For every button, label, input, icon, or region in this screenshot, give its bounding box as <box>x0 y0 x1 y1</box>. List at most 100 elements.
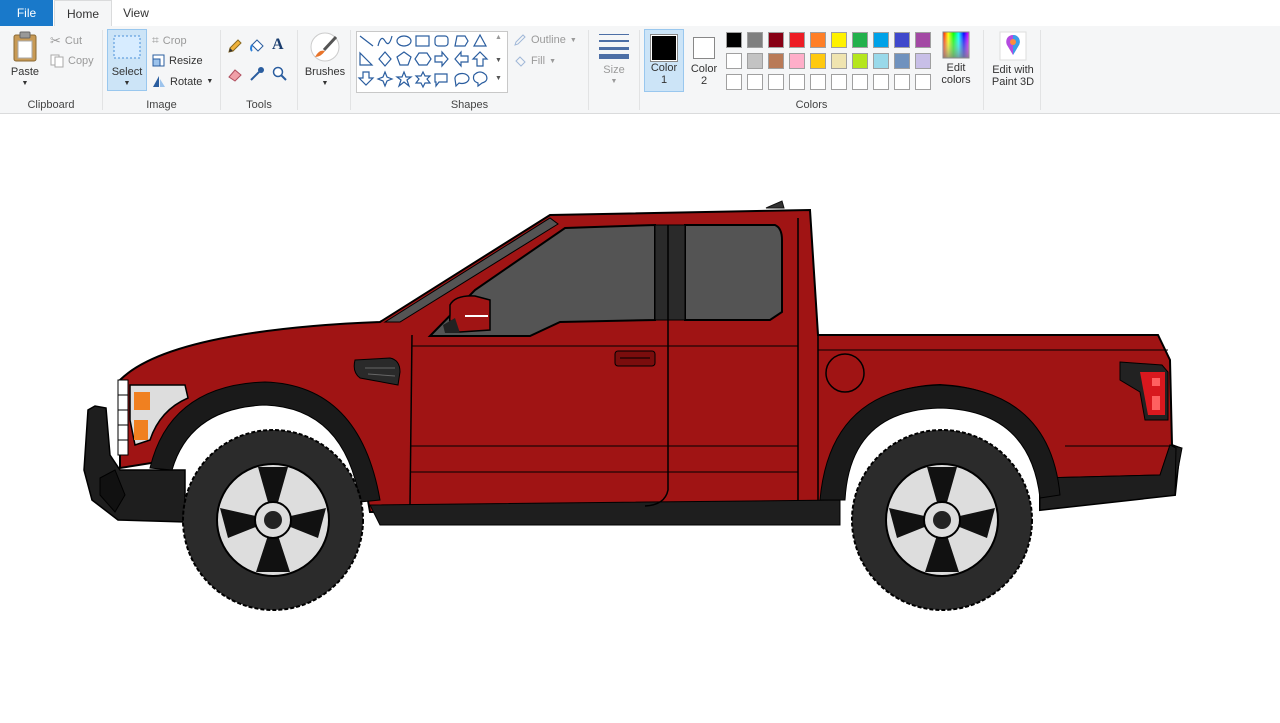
pencil-icon[interactable] <box>227 38 243 54</box>
edit-with-paint3d-button[interactable]: Edit with Paint 3D <box>986 31 1040 88</box>
palette-swatch[interactable] <box>831 74 847 90</box>
palette-swatch[interactable] <box>894 53 910 69</box>
palette-swatch[interactable] <box>747 53 763 69</box>
ribbon-tab-bar: File Home View <box>0 0 1280 27</box>
palette-swatch[interactable] <box>894 74 910 90</box>
shapes-scroll-down[interactable]: ▼ <box>495 57 502 64</box>
right-triangle-shape-icon[interactable] <box>359 51 374 66</box>
fill-dropdown-arrow: ▼ <box>549 57 556 65</box>
fill-bucket-icon[interactable] <box>249 38 265 54</box>
select-dropdown-arrow: ▼ <box>123 80 131 87</box>
palette-swatch[interactable] <box>726 74 742 90</box>
color-spectrum-icon <box>942 31 970 59</box>
cut-button[interactable]: ✂ Cut <box>50 33 82 49</box>
palette-swatch[interactable] <box>768 74 784 90</box>
pentagon-shape-icon[interactable] <box>396 51 412 66</box>
magnifier-icon[interactable] <box>272 66 288 82</box>
resize-button[interactable]: Resize <box>152 54 203 67</box>
palette-swatch[interactable] <box>789 74 805 90</box>
eraser-icon[interactable] <box>227 66 243 82</box>
palette-swatch[interactable] <box>894 32 910 48</box>
brushes-button[interactable]: Brushes ▼ <box>302 31 348 90</box>
palette-swatch[interactable] <box>726 53 742 69</box>
palette-swatch[interactable] <box>810 53 826 69</box>
text-tool-icon[interactable]: A <box>272 36 284 54</box>
shapes-expand[interactable]: ▼ <box>495 75 502 82</box>
down-arrow-shape-icon[interactable] <box>357 71 375 86</box>
palette-swatch[interactable] <box>915 74 931 90</box>
palette-swatch[interactable] <box>768 53 784 69</box>
tab-file[interactable]: File <box>0 0 53 26</box>
palette-swatch[interactable] <box>831 32 847 48</box>
four-point-star-icon[interactable] <box>376 70 394 88</box>
palette-swatch[interactable] <box>915 53 931 69</box>
color-picker-icon[interactable] <box>249 66 265 82</box>
tab-home[interactable]: Home <box>54 0 112 27</box>
color2-button[interactable]: Color 2 <box>686 29 722 92</box>
polygon-shape-icon[interactable] <box>454 35 469 47</box>
palette-swatch[interactable] <box>810 74 826 90</box>
rotate-button[interactable]: Rotate ▼ <box>152 75 213 88</box>
crop-button[interactable]: ⌗ Crop <box>152 33 187 48</box>
palette-swatch[interactable] <box>810 32 826 48</box>
up-arrow-shape-icon[interactable] <box>471 51 489 67</box>
cloud-callout-icon[interactable] <box>472 71 488 88</box>
size-button[interactable]: Size ▼ <box>594 31 634 88</box>
color1-button[interactable]: Color 1 <box>644 29 684 92</box>
brushes-dropdown-arrow: ▼ <box>321 80 329 87</box>
palette-swatch[interactable] <box>726 32 742 48</box>
triangle-shape-icon[interactable] <box>472 33 488 47</box>
shapes-scroll-up[interactable]: ▲ <box>495 34 502 41</box>
fill-button[interactable]: Fill ▼ <box>513 54 556 68</box>
copy-button[interactable]: Copy <box>50 54 94 68</box>
clipboard-group: Paste ▼ ✂ Cut Copy Clipboard <box>0 26 102 113</box>
palette-swatch[interactable] <box>852 32 868 48</box>
palette-swatch[interactable] <box>873 53 889 69</box>
front-wheel <box>182 429 364 611</box>
palette-swatch[interactable] <box>873 74 889 90</box>
line-shape-icon[interactable] <box>359 35 374 47</box>
clipboard-group-label: Clipboard <box>27 99 75 111</box>
drawing-canvas[interactable] <box>0 114 1280 720</box>
palette-swatch[interactable] <box>747 32 763 48</box>
left-arrow-shape-icon[interactable] <box>454 50 469 68</box>
rectangle-shape-icon[interactable] <box>415 35 430 47</box>
shapes-group-label: Shapes <box>450 99 489 111</box>
palette-swatch[interactable] <box>873 32 889 48</box>
outline-label: Outline <box>531 34 566 46</box>
paste-label: Paste <box>10 66 40 78</box>
oval-shape-icon[interactable] <box>396 35 412 47</box>
shapes-gallery <box>356 31 508 93</box>
palette-swatch[interactable] <box>831 53 847 69</box>
diamond-shape-icon[interactable] <box>378 51 392 67</box>
six-point-star-icon[interactable] <box>414 70 432 89</box>
crop-icon: ⌗ <box>152 33 159 47</box>
edit-colors-button[interactable]: Edit colors <box>938 31 974 86</box>
select-button[interactable]: Select ▼ <box>107 29 147 91</box>
palette-swatch[interactable] <box>852 74 868 90</box>
tools-group-label: Tools <box>246 99 272 111</box>
palette-swatch[interactable] <box>747 74 763 90</box>
palette-swatch[interactable] <box>789 32 805 48</box>
paste-button[interactable]: Paste ▼ <box>6 31 44 90</box>
palette-swatch[interactable] <box>768 32 784 48</box>
fill-icon <box>515 56 526 67</box>
rectangle-callout-icon[interactable] <box>434 73 448 88</box>
oval-callout-icon[interactable] <box>454 72 470 88</box>
right-arrow-shape-icon[interactable] <box>434 50 449 68</box>
brush-icon <box>310 32 340 62</box>
hexagon-shape-icon[interactable] <box>414 52 432 66</box>
palette-swatch[interactable] <box>915 32 931 48</box>
rounded-rectangle-shape-icon[interactable] <box>434 35 449 47</box>
resize-label: Resize <box>169 54 203 67</box>
rotate-label: Rotate <box>170 75 203 88</box>
image-group-label: Image <box>146 99 177 111</box>
palette-swatch[interactable] <box>852 53 868 69</box>
palette-swatch[interactable] <box>789 53 805 69</box>
tab-view[interactable]: View <box>112 0 160 26</box>
colors-group-label: Colors <box>795 99 828 111</box>
outline-button[interactable]: Outline ▼ <box>513 33 577 47</box>
five-point-star-icon[interactable] <box>395 70 413 88</box>
curve-shape-icon[interactable] <box>377 35 393 47</box>
shapes-gallery-icons <box>357 33 489 89</box>
